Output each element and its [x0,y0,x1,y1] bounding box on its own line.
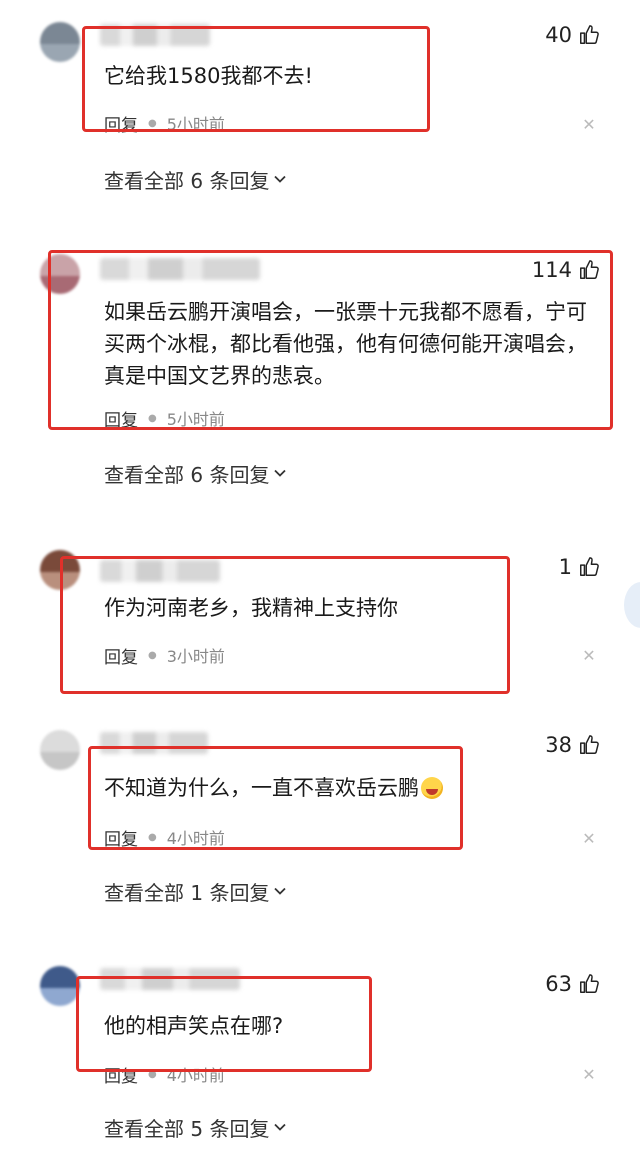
laughing-crying-emoji-icon [421,777,443,799]
thumbs-up-icon [580,260,599,279]
reply-button[interactable]: 回复 [104,643,138,668]
avatar[interactable] [40,730,80,770]
view-all-replies-button[interactable]: 查看全部 5 条回复 [104,1112,287,1142]
chevron-down-icon [274,1123,287,1131]
like-button[interactable]: 1 [559,552,600,582]
username-blurred[interactable] [100,24,210,46]
reply-button[interactable]: 回复 [104,406,138,431]
separator-dot: ● [148,1068,157,1080]
avatar[interactable] [40,254,80,294]
reply-button[interactable]: 回复 [104,1062,138,1087]
comment-text: 作为河南老乡，我精神上支持你 [104,596,398,620]
like-count: 40 [545,23,572,47]
separator-dot: ● [148,649,157,661]
like-button[interactable]: 40 [545,20,600,50]
comment-time: 4小时前 [166,1066,225,1085]
avatar[interactable] [40,550,80,590]
comment-meta: 回复 ● 4小时前 [104,824,225,850]
comment-time: 5小时前 [166,115,225,134]
thumbs-up-icon [580,557,599,576]
like-count: 38 [545,733,572,757]
like-count: 1 [558,555,572,579]
username-blurred[interactable] [100,968,240,990]
chevron-down-icon [274,469,287,477]
close-icon[interactable]: ✕ [582,117,596,133]
like-button[interactable]: 114 [532,255,600,285]
view-all-replies-button[interactable]: 查看全部 1 条回复 [104,876,287,906]
comment-time: 5小时前 [166,410,225,429]
separator-dot: ● [148,831,157,843]
comment-time: 3小时前 [166,647,225,666]
view-all-replies-label: 查看全部 5 条回复 [104,1116,270,1141]
reply-button[interactable]: 回复 [104,825,138,850]
side-float-button[interactable] [624,582,640,628]
like-count: 114 [531,258,572,282]
reply-button[interactable]: 回复 [104,111,138,136]
comment-text: 他的相声笑点在哪? [104,1014,284,1038]
like-button[interactable]: 63 [545,969,600,999]
view-all-replies-button[interactable]: 查看全部 6 条回复 [104,164,287,194]
close-icon[interactable]: ✕ [582,831,596,847]
comment-meta: 回复 ● 3小时前 [104,642,225,668]
comment-meta: 回复 ● 5小时前 [104,405,225,431]
close-icon[interactable]: ✕ [582,648,596,664]
view-all-replies-button[interactable]: 查看全部 6 条回复 [104,458,287,488]
username-blurred[interactable] [100,258,260,280]
username-blurred[interactable] [100,732,208,754]
comment-text: 如果岳云鹏开演唱会，一张票十元我都不愿看，宁可买两个冰棍，都比看他强，他有何德何… [104,300,587,388]
comment-meta: 回复 ● 4小时前 [104,1061,225,1087]
chevron-down-icon [274,887,287,895]
view-all-replies-label: 查看全部 6 条回复 [104,168,270,193]
like-button[interactable]: 38 [545,730,600,760]
thumbs-up-icon [580,974,599,993]
comment-meta: 回复 ● 5小时前 [104,110,225,136]
username-blurred[interactable] [100,560,220,582]
comment-time: 4小时前 [166,829,225,848]
comment-text: 不知道为什么，一直不喜欢岳云鹏 [104,772,600,804]
view-all-replies-label: 查看全部 1 条回复 [104,880,270,905]
chevron-down-icon [274,175,287,183]
close-icon[interactable]: ✕ [582,1067,596,1083]
comment-text: 它给我1580我都不去! [104,64,313,88]
thumbs-up-icon [580,735,599,754]
avatar[interactable] [40,966,80,1006]
comment-list: 40 它给我1580我都不去! 回复 ● 5小时前 ✕ 查看全部 6 条回复 1… [0,0,640,1162]
separator-dot: ● [148,412,157,424]
comment-text-content: 不知道为什么，一直不喜欢岳云鹏 [104,776,419,800]
avatar[interactable] [40,22,80,62]
like-count: 63 [545,972,572,996]
thumbs-up-icon [580,25,599,44]
separator-dot: ● [148,117,157,129]
view-all-replies-label: 查看全部 6 条回复 [104,462,270,487]
